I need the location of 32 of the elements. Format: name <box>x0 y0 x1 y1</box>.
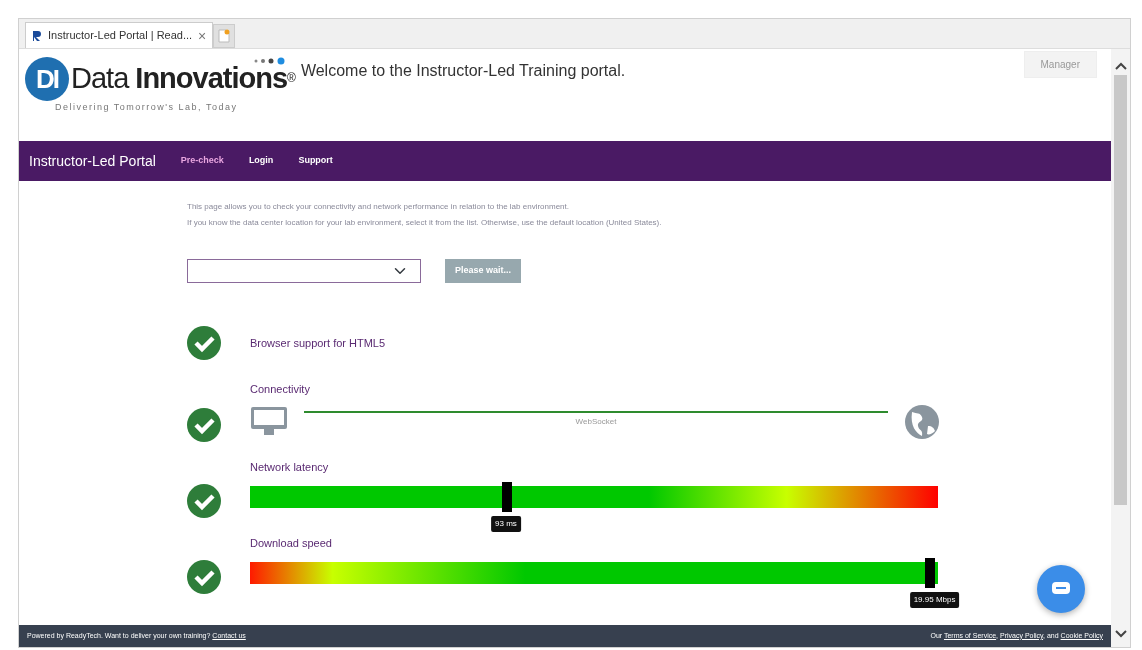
connection-type-label: WebSocket <box>574 415 618 428</box>
nav-link[interactable]: Support <box>298 154 333 168</box>
check-label: Download speed <box>250 536 333 551</box>
new-tab-button[interactable] <box>213 24 236 48</box>
logo-wordmark: Data Innovations$^{®}$ <box>71 61 295 94</box>
scroll-down-icon[interactable] <box>1113 629 1128 639</box>
chat-icon[interactable] <box>1051 581 1071 597</box>
scrollbar[interactable] <box>1111 49 1130 647</box>
chat-button[interactable] <box>1037 565 1085 613</box>
logo-mark: DI <box>25 57 69 101</box>
meter-reading: 19.95 Mbps <box>909 591 960 608</box>
close-tab-button[interactable]: × <box>198 28 207 43</box>
location-select[interactable] <box>187 259 421 283</box>
intro-text: If you know the data center location for your lab environment, select it from the list. Otherwise, use the default location (United States). <box>187 217 663 229</box>
check-label: Browser support for HTML5 <box>250 335 386 351</box>
welcome-heading: Welcome to the Instructor-Led Training portal. <box>300 61 626 81</box>
check-label: Network latency <box>250 460 330 475</box>
computer-icon <box>250 405 288 438</box>
intro-text: This page allows you to check your connectivity and network performance in relation to the lab environment. <box>187 201 570 213</box>
nav-link[interactable]: Login <box>248 154 274 168</box>
site-icon <box>32 30 42 41</box>
dots-icon <box>252 56 287 65</box>
meter-reading: 93 ms <box>491 515 521 532</box>
check-label: Connectivity <box>250 382 311 397</box>
scroll-up-icon[interactable] <box>1113 61 1128 71</box>
new-tab-icon[interactable] <box>218 29 231 43</box>
globe-icon <box>904 403 940 440</box>
scrollbar-thumb[interactable] <box>1114 75 1127 505</box>
portal-brand: Instructor-Led Portal <box>29 151 156 171</box>
nav-link[interactable]: Pre-check <box>180 154 224 168</box>
browser-tab[interactable]: Instructor-Led Portal | Read... × <box>25 22 214 48</box>
logo-tagline: Delivering Tomorrow's Lab, Today <box>55 101 239 114</box>
